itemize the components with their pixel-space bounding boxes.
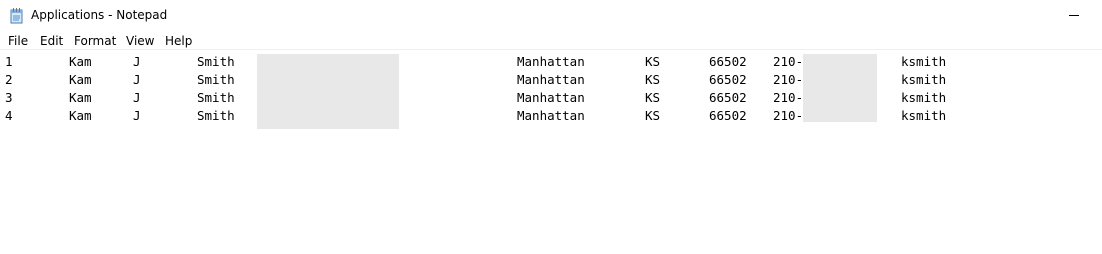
minimize-icon: [1069, 15, 1079, 16]
zip: 66502: [709, 90, 747, 105]
text-line: 4 Kam J Smith Manhattan KS 66502 210- ks…: [0, 107, 1102, 125]
first-name: Kam: [69, 90, 92, 105]
menu-format[interactable]: Format: [74, 34, 116, 48]
middle-initial: J: [133, 90, 141, 105]
city: Manhattan: [517, 108, 585, 123]
menu-file[interactable]: File: [8, 34, 28, 48]
last-name: Smith: [197, 54, 235, 69]
notepad-icon: [9, 7, 25, 24]
row-number: 2: [5, 72, 13, 87]
title-bar: Applications - Notepad: [0, 0, 1102, 31]
zip: 66502: [709, 108, 747, 123]
username: ksmith: [901, 72, 947, 87]
menu-bar: File Edit Format View Help: [0, 31, 1102, 50]
phone-prefix: 210-: [773, 108, 804, 123]
menu-view[interactable]: View: [126, 34, 154, 48]
text-line: 2 Kam J Smith Manhattan KS 66502 210- ks…: [0, 71, 1102, 89]
row-number: 4: [5, 108, 13, 123]
row-number: 3: [5, 90, 13, 105]
text-line: 3 Kam J Smith Manhattan KS 66502 210- ks…: [0, 89, 1102, 107]
state: KS: [645, 72, 661, 87]
zip: 66502: [709, 54, 747, 69]
middle-initial: J: [133, 108, 141, 123]
text-line: 1 Kam J Smith Manhattan KS 66502 210- ks…: [0, 53, 1102, 71]
city: Manhattan: [517, 54, 585, 69]
zip: 66502: [709, 72, 747, 87]
middle-initial: J: [133, 72, 141, 87]
menu-help[interactable]: Help: [165, 34, 192, 48]
row-number: 1: [5, 54, 13, 69]
middle-initial: J: [133, 54, 141, 69]
last-name: Smith: [197, 108, 235, 123]
state: KS: [645, 108, 661, 123]
phone-prefix: 210-: [773, 90, 804, 105]
last-name: Smith: [197, 72, 235, 87]
username: ksmith: [901, 90, 947, 105]
minimize-button[interactable]: [1050, 0, 1096, 31]
city: Manhattan: [517, 90, 585, 105]
first-name: Kam: [69, 108, 92, 123]
username: ksmith: [901, 54, 947, 69]
first-name: Kam: [69, 54, 92, 69]
last-name: Smith: [197, 90, 235, 105]
username: ksmith: [901, 108, 947, 123]
text-editor[interactable]: 1 Kam J Smith Manhattan KS 66502 210- ks…: [0, 50, 1102, 254]
phone-prefix: 210-: [773, 72, 804, 87]
state: KS: [645, 54, 661, 69]
phone-prefix: 210-: [773, 54, 804, 69]
window-title: Applications - Notepad: [31, 8, 168, 22]
first-name: Kam: [69, 72, 92, 87]
state: KS: [645, 90, 661, 105]
city: Manhattan: [517, 72, 585, 87]
menu-edit[interactable]: Edit: [40, 34, 63, 48]
